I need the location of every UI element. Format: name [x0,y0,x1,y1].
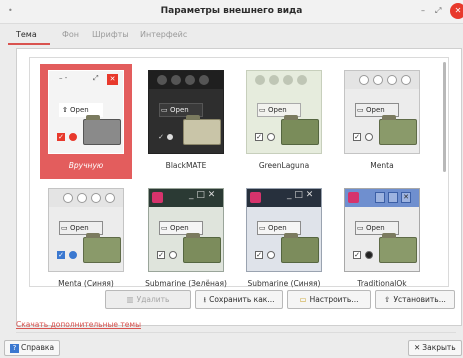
theme-item-traditionalok[interactable]: ✕ ▭ Open ✓ TraditionalOk [336,182,428,297]
folder-icon [183,115,221,145]
folder-icon [83,233,121,263]
preview-close-icon: ✕ [107,74,118,85]
theme-preview: ▭ Open ✓ [48,188,124,272]
preview-radio [365,251,373,259]
preview-checkbox: ✓ [57,133,65,141]
save-icon: ⭳ [203,295,207,304]
preview-checkbox: ✓ [157,251,165,259]
app-icon [250,192,261,203]
delete-button[interactable]: ▥ Удалить [105,290,191,309]
theme-name: GreenLaguna [258,161,310,170]
help-button[interactable]: ? Справка [4,340,61,356]
upload-icon: ⇧ [62,106,68,114]
preview-checkbox: ✓ [353,251,361,259]
maximize-icon[interactable]: ⤢ [435,6,441,16]
app-icon [348,192,359,203]
theme-item-submarine-green[interactable]: _ □ ✕ ▭ Open ✓ Submarine (Зелёная) [140,182,232,297]
theme-item-greenlaguna[interactable]: ▭ Open ✓ GreenLaguna [238,64,330,179]
theme-name: Menta [370,161,394,170]
close-icon: ✕ [414,343,421,352]
tab-background[interactable]: Фон [62,30,79,39]
theme-preview: ▭ Open ✓ [246,70,322,154]
theme-name: TraditionalOk [357,279,407,288]
preview-checkbox: ✓ [353,133,361,141]
download-more-themes-link[interactable]: Скачать дополнительные темы [16,320,141,329]
folder-small-icon: ▭ [161,106,168,114]
install-icon: ⇧ [384,295,391,304]
theme-panel: – - ⤢ ✕ ⇧ Open ✓ Вручную ▭ Open ✓ BlackM… [16,48,462,326]
folder-icon [281,233,319,263]
customize-icon: ▭ [299,295,307,304]
customize-button[interactable]: ▭ Настроить... [287,290,371,309]
active-tab-indicator [8,43,50,45]
minimize-icon[interactable]: – [421,6,425,15]
window-title: Параметры внешнего вида [160,6,303,16]
folder-small-icon: ▭ [259,224,266,232]
theme-name: Menta (Синяя) [58,279,114,288]
close-window-icon[interactable]: ✕ [450,3,463,19]
preview-radio [169,251,177,259]
theme-name: Submarine (Зелёная) [145,279,227,288]
preview-close-icon: ✕ [401,192,411,203]
preview-checkbox: ✓ [255,133,263,141]
app-icon [152,192,163,203]
preview-checkbox: ✓ [157,133,165,141]
theme-item-menta-blue[interactable]: ▭ Open ✓ Menta (Синяя) [40,182,132,297]
folder-small-icon: ▭ [161,224,168,232]
theme-preview: – - ⤢ ✕ ⇧ Open ✓ [48,70,124,154]
save-as-button[interactable]: ⭳ Сохранить как... [195,290,283,309]
folder-icon [281,115,319,145]
close-button[interactable]: ✕ Закрыть [408,340,462,356]
theme-item-menta[interactable]: ▭ Open ✓ Menta [336,64,428,179]
theme-grid: – - ⤢ ✕ ⇧ Open ✓ Вручную ▭ Open ✓ BlackM… [29,57,449,288]
folder-icon [183,233,221,263]
preview-radio [365,133,373,141]
theme-preview: _ □ ✕ ▭ Open ✓ [246,188,322,272]
theme-preview: ▭ Open ✓ [148,70,224,154]
preview-checkbox: ✓ [255,251,263,259]
theme-item-blackmate[interactable]: ▭ Open ✓ BlackMATE [140,64,232,179]
theme-name: Вручную [68,161,104,170]
theme-name: Submarine (Синяя) [247,279,321,288]
folder-small-icon: ▭ [357,224,364,232]
preview-min-icon: – - [59,74,68,82]
preview-window-controls-icon: _ □ ✕ [287,190,314,200]
folder-small-icon: ▭ [357,106,364,114]
separator [16,332,456,333]
preview-radio [167,134,173,140]
tab-theme[interactable]: Тема [16,30,37,39]
preview-window-controls-icon: _ □ ✕ [189,190,216,200]
preview-radio [69,251,77,259]
folder-icon [379,115,417,145]
trash-icon: ▥ [126,295,134,304]
folder-icon [379,233,417,263]
preview-radio [267,133,275,141]
tab-interface[interactable]: Интерфейс [140,30,187,39]
preview-max-icon: ⤢ [93,74,99,82]
theme-item-submarine-blue[interactable]: _ □ ✕ ▭ Open ✓ Submarine (Синяя) [238,182,330,297]
folder-small-icon: ▭ [61,224,68,232]
theme-preview: ▭ Open ✓ [344,70,420,154]
folder-small-icon: ▭ [259,106,266,114]
folder-icon [83,115,121,145]
preview-checkbox: ✓ [57,251,65,259]
preview-radio [69,133,77,141]
tab-fonts[interactable]: Шрифты [92,30,129,39]
preview-radio [267,251,275,259]
theme-preview: _ □ ✕ ▭ Open ✓ [148,188,224,272]
install-button[interactable]: ⇧ Установить... [375,290,455,309]
help-icon: ? [10,344,19,353]
theme-item-manual[interactable]: – - ⤢ ✕ ⇧ Open ✓ Вручную [40,64,132,179]
theme-name: BlackMATE [165,161,207,170]
theme-preview: ✕ ▭ Open ✓ [344,188,420,272]
title-bar: • Параметры внешнего вида – ⤢ ✕ [0,0,463,24]
theme-grid-scrollbar[interactable] [443,62,446,172]
